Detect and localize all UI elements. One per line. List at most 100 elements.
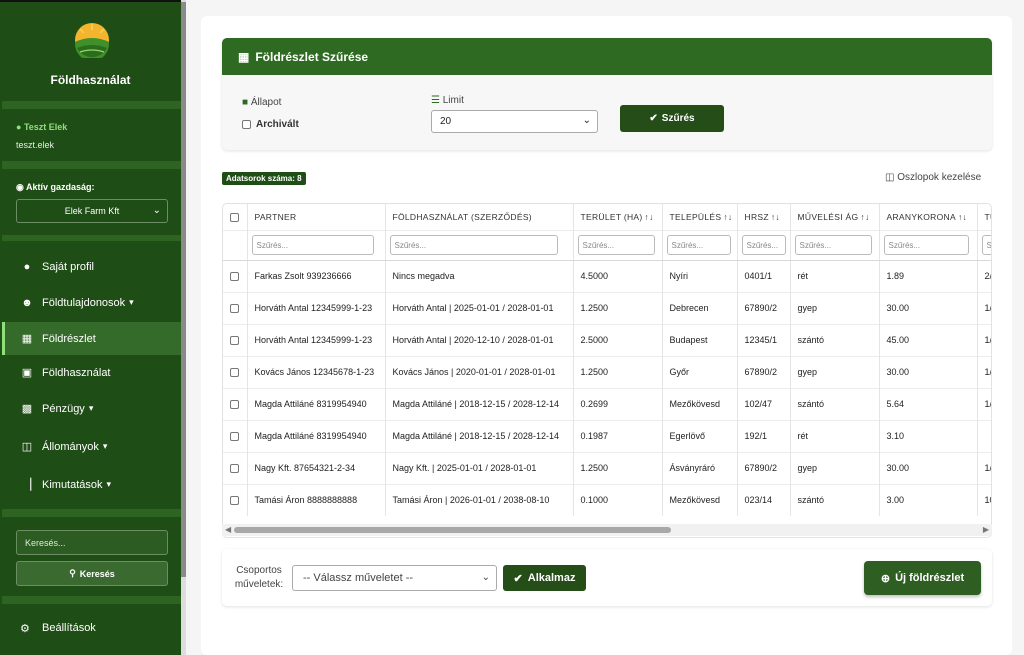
row-select-cell[interactable] [223, 483, 248, 516]
column-header[interactable]: MŰVELÉSI ÁG ↑↓ [790, 204, 880, 230]
column-filter-input[interactable]: Szűrés... [981, 235, 991, 255]
table-row[interactable]: Magda Attiláné 8319954940 Magda Attiláné … [223, 419, 991, 452]
row-checkbox[interactable] [230, 304, 240, 314]
row-checkbox[interactable] [230, 432, 240, 442]
sidebar-item-owners[interactable]: ☻ Földtulajdonosok ▾ [2, 286, 182, 319]
row-checkbox[interactable] [230, 400, 240, 410]
sidebar-item-label: Állományok [42, 440, 99, 453]
apply-button[interactable]: ✔ Alkalmaz [503, 565, 586, 591]
table-row[interactable]: Magda Attiláné 8319954940 Magda Attiláné … [223, 387, 991, 420]
column-filter-input[interactable]: Szűrés... [794, 235, 872, 255]
scroll-left-icon[interactable]: ◀ [225, 525, 231, 534]
folder-open-icon: ◫ [21, 441, 33, 453]
row-checkbox[interactable] [230, 336, 240, 346]
bulk-action-select[interactable]: -- Válassz műveletet -- ⌄ [292, 565, 497, 591]
settings-link[interactable]: ⚙ Beállítások [2, 613, 182, 643]
filter-cell: Szűrés... [790, 229, 880, 261]
table-cell: Budapest [662, 323, 738, 356]
farm-label: ◉ Aktív gazdaság: [16, 182, 95, 193]
table-row[interactable]: Horváth Antal 12345999-1-23 Horváth Antal… [223, 323, 991, 356]
sort-icon[interactable]: ↑↓ [860, 212, 869, 222]
select-all-checkbox[interactable] [230, 212, 240, 222]
sidebar-item-finance[interactable]: ▩ Pénzügy ▾ [2, 392, 182, 425]
row-checkbox[interactable] [230, 272, 240, 282]
column-header[interactable]: TELEPÜLÉS ↑↓ [662, 204, 738, 230]
column-filter-input[interactable]: Szűrés... [741, 235, 786, 255]
archived-checkbox[interactable]: Archivált [242, 119, 299, 130]
row-select-cell[interactable] [223, 323, 248, 356]
row-select-cell[interactable] [223, 451, 248, 484]
sort-icon[interactable]: ↑↓ [771, 212, 780, 222]
column-filter-input[interactable]: Szűrés... [389, 235, 558, 255]
column-header[interactable]: HRSZ ↑↓ [737, 204, 791, 230]
scroll-right-icon[interactable]: ▶ [983, 525, 989, 534]
sidebar-item-profile[interactable]: ● Saját profil [2, 250, 182, 283]
table-cell: 0.2699 [573, 387, 663, 420]
status-label-text: Állapot [250, 97, 282, 108]
caret-down-icon: ▾ [129, 297, 134, 307]
table-horizontal-scrollbar[interactable]: ◀ ▶ [222, 524, 992, 536]
row-select-cell[interactable] [223, 259, 248, 292]
columns-manage-link[interactable]: ◫ Oszlopok kezelése [885, 172, 981, 183]
row-checkbox[interactable] [230, 368, 240, 378]
table-cell: 1.89 [879, 259, 978, 292]
user-name[interactable]: ● Teszt Elek [16, 122, 67, 132]
column-header-label: ARANYKORONA [886, 211, 956, 222]
table-cell [977, 419, 991, 452]
sidebar-item-label: Földrészlet [42, 332, 96, 345]
sidebar-item-stocks[interactable]: ◫ Állományok ▾ [2, 430, 182, 463]
filter-cell: Szűrés... [573, 229, 663, 261]
column-header-label: FÖLDHASZNÁLAT (SZERZŐDÉS) [392, 211, 532, 222]
columns-icon: ◫ [885, 172, 895, 183]
checkbox[interactable] [242, 120, 251, 129]
sidebar-item-reports[interactable]: ▕ Kimutatások ▾ [2, 468, 182, 501]
table-cell: szántó [790, 323, 880, 356]
column-filter-input[interactable]: Szűrés... [666, 235, 731, 255]
table-cell: 30.00 [879, 355, 978, 388]
column-header[interactable]: ARANYKORONA ↑↓ [879, 204, 978, 230]
sidebar-item-land-use[interactable]: ▣ Földhasználat [2, 356, 182, 389]
sidebar-top-edge [0, 0, 186, 2]
row-select-cell[interactable] [223, 291, 248, 324]
table-row[interactable]: Horváth Antal 12345999-1-23 Horváth Antal… [223, 291, 991, 324]
sidebar-item-label: Pénzügy [42, 402, 85, 415]
table-row[interactable]: Tamási Áron 8888888888 Tamási Áron | 2026… [223, 483, 991, 516]
table-cell: 5.64 [879, 387, 978, 420]
bulk-actions-label: Csoportos műveletek: [234, 565, 284, 590]
row-select-cell[interactable] [223, 355, 248, 388]
sidebar-search-input[interactable]: Keresés... [16, 530, 168, 555]
sidebar-search-button[interactable]: ⚲ Keresés [16, 561, 168, 586]
table-cell: Magda Attiláné | 2018-12-15 / 2028-12-14 [385, 387, 574, 420]
row-select-cell[interactable] [223, 419, 248, 452]
caret-down-icon: ▾ [88, 403, 94, 413]
table-cell: gyep [790, 291, 880, 324]
limit-select[interactable]: 20 ⌄ [431, 110, 598, 133]
farm-select[interactable]: Elek Farm Kft ⌄ [16, 199, 168, 223]
table-cell: gyep [790, 355, 880, 388]
table-row[interactable]: Farkas Zsolt 939236666 Nincs megadva 4.500… [223, 259, 991, 292]
table-filter-row: Szűrés... Szűrés... Szűrés... Szűrés... Szűr… [223, 229, 991, 261]
sidebar-scrollbar-thumb[interactable] [181, 2, 186, 577]
archive-icon: ■ [242, 97, 249, 108]
column-filter-input[interactable]: Szűrés... [577, 235, 655, 255]
sort-icon[interactable]: ↑↓ [645, 212, 654, 222]
column-header[interactable]: TERÜLET (HA) ↑↓ [573, 204, 663, 230]
row-select-cell[interactable] [223, 387, 248, 420]
table-scrollbar-thumb[interactable] [234, 527, 671, 533]
filter-button[interactable]: ✔ Szűrés [620, 105, 724, 132]
select-all-cell[interactable] [223, 204, 248, 230]
new-parcel-button[interactable]: ⊕ Új földrészlet [864, 561, 981, 595]
column-filter-input[interactable]: Szűrés... [883, 235, 970, 255]
table-row[interactable]: Nagy Kft. 87654321-2-34 Nagy Kft. | 2025-… [223, 451, 991, 484]
sidebar: Földhasználat ● Teszt Elek teszt.elek ◉ … [0, 0, 186, 655]
sort-icon[interactable]: ↑↓ [958, 212, 967, 222]
search-button-label: Keresés [79, 568, 115, 579]
row-checkbox[interactable] [230, 464, 240, 474]
column-filter-input[interactable]: Szűrés... [251, 235, 374, 255]
row-checkbox[interactable] [230, 496, 240, 506]
list-icon: ☰ [431, 95, 440, 106]
table-row[interactable]: Kovács János 12345678-1-23 Kovács János |… [223, 355, 991, 388]
sort-icon[interactable]: ↑↓ [723, 212, 732, 222]
table-cell: 0.1987 [573, 419, 663, 452]
sidebar-item-parcels[interactable]: ▦ Földrészlet [2, 322, 182, 355]
